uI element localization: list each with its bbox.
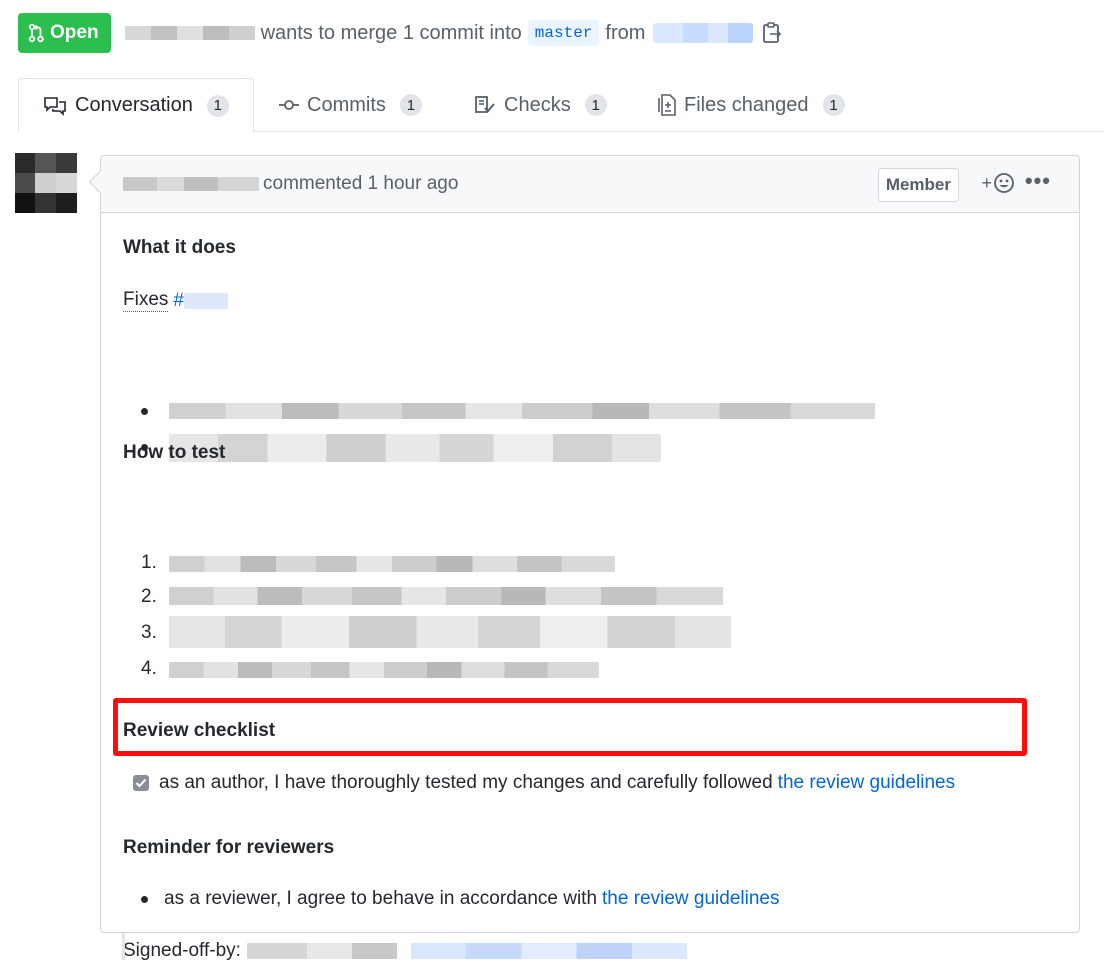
step-number: 4. [141, 658, 157, 679]
git-commit-icon [279, 100, 299, 110]
comment-author-redacted[interactable] [123, 177, 259, 191]
tab-checks[interactable]: Checks 1 [474, 78, 607, 132]
tab-label: Files changed [684, 93, 809, 116]
member-badge: Member [877, 168, 959, 202]
review-guidelines-link[interactable]: the review guidelines [778, 772, 955, 794]
highlight-box [113, 698, 1027, 756]
pr-state-label: Open [50, 22, 99, 43]
git-pull-request-icon [28, 23, 44, 43]
pr-author-redacted[interactable] [124, 26, 255, 40]
checklist-item: as an author, I have thoroughly tested m… [133, 772, 955, 794]
step-number: 3. [141, 622, 157, 643]
add-reaction-button[interactable]: + [981, 172, 1015, 194]
tab-conversation[interactable]: Conversation 1 [18, 78, 254, 133]
tab-count: 1 [399, 94, 422, 116]
tab-count: 1 [822, 94, 845, 116]
comment-box: commented 1 hour ago Member + ••• What i… [88, 155, 1080, 961]
pr-state-badge: Open [18, 13, 111, 53]
from-text: from [605, 21, 646, 44]
heading-reminder: Reminder for reviewers [123, 837, 335, 858]
signer-email-redacted[interactable] [410, 943, 687, 959]
more-options-button[interactable]: ••• [1025, 168, 1051, 194]
base-branch[interactable]: master [527, 20, 600, 46]
pr-header: Open wants to merge 1 commit into master… [18, 12, 783, 54]
step-redacted [169, 662, 599, 678]
tab-label: Commits [307, 93, 386, 116]
checklist-text: as an author, I have thoroughly tested m… [159, 772, 773, 793]
signed-off-line: Signed-off-by: [123, 940, 687, 962]
bullet-icon [141, 896, 148, 903]
step-number: 2. [141, 586, 157, 607]
checklist-icon [475, 96, 495, 113]
tab-files-changed[interactable]: Files changed 1 [658, 78, 845, 132]
signed-off-label: Signed-off-by: [123, 940, 241, 961]
list-item-redacted [169, 434, 661, 462]
head-branch-redacted[interactable] [653, 23, 754, 43]
step-redacted [169, 556, 615, 572]
tab-count: 1 [584, 94, 607, 116]
step-redacted [169, 616, 731, 648]
merge-description: wants to merge 1 commit into [260, 21, 522, 44]
step-redacted [169, 587, 723, 605]
step-number: 1. [141, 552, 157, 573]
comment-arrow [88, 170, 112, 194]
avatar[interactable] [15, 153, 77, 213]
bullet-icon [141, 408, 148, 415]
tab-count: 1 [206, 94, 229, 117]
tab-commits[interactable]: Commits 1 [279, 78, 422, 132]
comment-timestamp[interactable]: commented 1 hour ago [263, 173, 458, 195]
fixes-line: Fixes # [123, 289, 228, 312]
heading-what-it-does: What it does [123, 237, 236, 258]
tab-label: Checks [504, 93, 571, 116]
pr-tabs: Conversation 1 Commits 1 Checks 1 Files … [18, 78, 1104, 133]
heading-how-to-test: How to test [123, 442, 226, 463]
comment-header: commented 1 hour ago Member + ••• [88, 156, 1079, 213]
reaction-plus: + [981, 172, 992, 193]
review-guidelines-link[interactable]: the review guidelines [602, 888, 779, 910]
reminder-text: as a reviewer, I agree to behave in acco… [164, 888, 598, 909]
diff-icon [658, 94, 676, 116]
reminder-item: as a reviewer, I agree to behave in acco… [164, 888, 779, 910]
signer-name-redacted [246, 943, 397, 959]
issue-number-redacted[interactable] [183, 292, 228, 309]
fixes-issue-link[interactable]: # [173, 290, 184, 312]
timeline-line [122, 933, 125, 960]
clipboard-copy-icon[interactable] [761, 21, 783, 45]
fixes-label: Fixes [123, 289, 169, 312]
smiley-icon [994, 173, 1014, 193]
list-item-redacted [169, 403, 875, 419]
checked-checkbox[interactable] [133, 775, 149, 791]
check-icon [135, 778, 147, 788]
tab-label: Conversation [75, 94, 193, 116]
comment-discussion-icon [44, 96, 66, 116]
